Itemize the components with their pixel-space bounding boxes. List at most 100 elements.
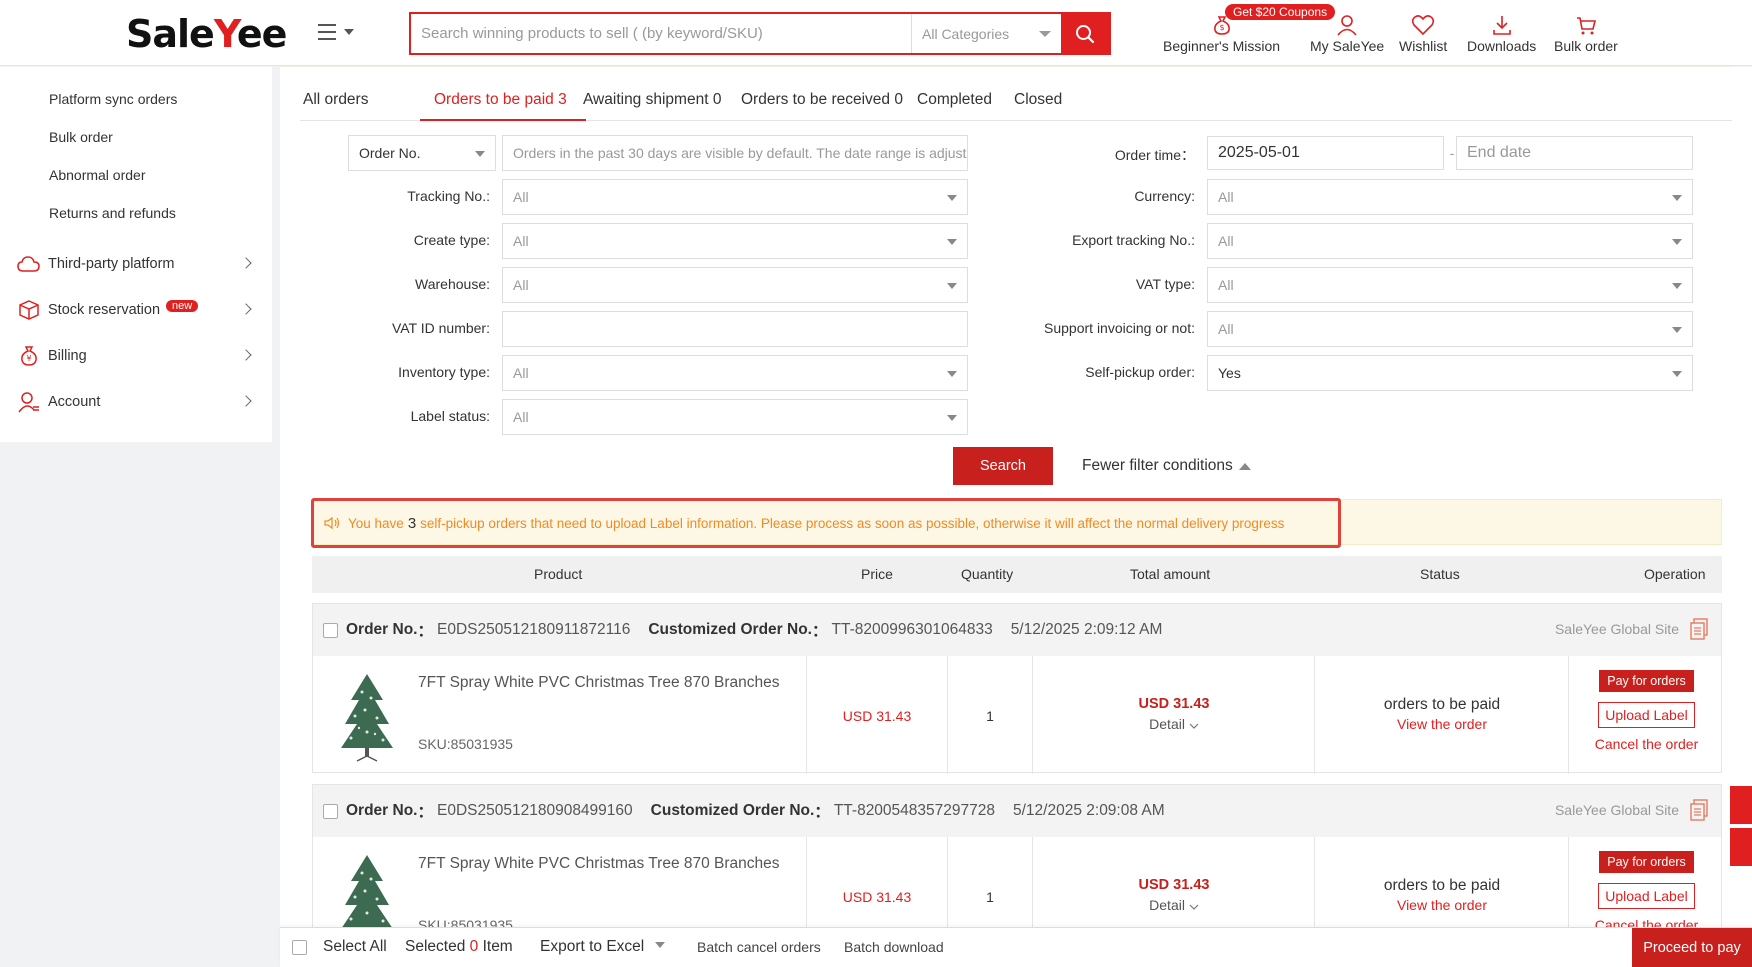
- chevron-down-icon: [1189, 904, 1199, 910]
- site-label: SaleYee Global Site: [1554, 802, 1679, 818]
- main-content: All orders Orders to be paid 3 Awaiting …: [280, 67, 1752, 955]
- select-all-label[interactable]: Select All: [323, 938, 387, 956]
- export-tracking-select[interactable]: All: [1207, 223, 1693, 259]
- tab-all-orders[interactable]: All orders: [303, 91, 368, 109]
- total-amount: USD 31.43: [1138, 877, 1210, 893]
- proceed-to-pay-button[interactable]: Proceed to pay: [1632, 928, 1752, 967]
- support-invoicing-select[interactable]: All: [1207, 311, 1693, 347]
- svg-text:$: $: [1219, 23, 1224, 32]
- selected-count: Selected 0 Item: [405, 938, 513, 955]
- currency-label: Currency:: [1134, 188, 1195, 204]
- bulk-order-link[interactable]: Bulk order: [1554, 8, 1618, 54]
- bottom-action-bar: Select All Selected 0 Item Export to Exc…: [280, 927, 1752, 967]
- document-icon[interactable]: [1689, 799, 1709, 821]
- sidebar-item-third-party-platform[interactable]: Third-party platform: [16, 249, 256, 279]
- quantity: 1: [986, 889, 994, 905]
- batch-download-button[interactable]: Batch download: [844, 939, 944, 955]
- tab-orders-to-be-paid[interactable]: Orders to be paid 3: [434, 91, 567, 109]
- sidebar-item-platform-sync-orders[interactable]: Platform sync orders: [49, 91, 177, 107]
- export-tracking-label: Export tracking No.:: [1072, 232, 1195, 248]
- label-status-select[interactable]: All: [502, 399, 968, 435]
- chevron-down-icon: [1189, 723, 1199, 729]
- heart-icon: [1412, 15, 1435, 36]
- unit-price: USD 31.43: [842, 708, 912, 724]
- upload-label-button[interactable]: Upload Label: [1598, 702, 1695, 728]
- top-header: SaleYee All Categories Get $20 Coupons $…: [0, 0, 1752, 66]
- currency-select[interactable]: All: [1207, 179, 1693, 215]
- sidebar-item-account[interactable]: Account: [16, 387, 256, 417]
- inventory-type-select[interactable]: All: [502, 355, 968, 391]
- view-order-link[interactable]: View the order: [1315, 716, 1569, 732]
- sidebar-item-returns-refunds[interactable]: Returns and refunds: [49, 205, 176, 221]
- detail-toggle[interactable]: Detail: [1033, 716, 1315, 732]
- select-all-checkbox[interactable]: [292, 940, 307, 955]
- tracking-no-label: Tracking No.:: [407, 188, 490, 204]
- start-date-input[interactable]: 2025-05-01: [1207, 136, 1444, 170]
- sidebar-item-billing[interactable]: ¥ Billing: [16, 341, 256, 371]
- detail-toggle[interactable]: Detail: [1033, 897, 1315, 913]
- my-saleyee-link[interactable]: My SaleYee: [1310, 8, 1384, 54]
- wishlist-link[interactable]: Wishlist: [1399, 8, 1447, 54]
- order-row: Order No.： E0DS250512180911872116 Custom…: [312, 603, 1724, 774]
- order-no-input[interactable]: Orders in the past 30 days are visible b…: [502, 135, 968, 171]
- tracking-no-select[interactable]: All: [502, 179, 968, 215]
- order-time-label: Order time：: [1114, 147, 1195, 163]
- downloads-link[interactable]: Downloads: [1467, 8, 1536, 54]
- download-icon: [1492, 16, 1511, 35]
- product-image[interactable]: [337, 672, 397, 762]
- vat-type-label: VAT type:: [1135, 276, 1195, 292]
- label-status-label: Label status:: [410, 408, 490, 424]
- order-number: E0DS250512180908499160: [437, 802, 633, 819]
- product-title[interactable]: 7FT Spray White PVC Christmas Tree 870 B…: [418, 674, 780, 692]
- filter-search-button[interactable]: Search: [953, 447, 1053, 485]
- order-number: E0DS250512180911872116: [437, 621, 631, 638]
- upload-label-button[interactable]: Upload Label: [1598, 883, 1695, 909]
- product-sku: SKU:85031935: [418, 736, 513, 752]
- cloud-icon: [17, 256, 40, 272]
- sidebar-item-stock-reservation[interactable]: Stock reservation new: [16, 295, 256, 325]
- sidebar-item-abnormal-order[interactable]: Abnormal order: [49, 167, 146, 183]
- support-invoicing-label: Support invoicing or not:: [1044, 320, 1195, 336]
- inventory-type-label: Inventory type:: [398, 364, 490, 380]
- self-pickup-label: Self-pickup order:: [1085, 364, 1195, 380]
- pay-for-orders-button[interactable]: Pay for orders: [1599, 670, 1694, 692]
- order-no-type-select[interactable]: Order No.: [348, 135, 496, 171]
- warehouse-label: Warehouse:: [415, 276, 490, 292]
- tab-completed[interactable]: Completed: [917, 91, 992, 109]
- order-header: Order No.： E0DS250512180911872116 Custom…: [313, 604, 1721, 656]
- tab-awaiting-shipment[interactable]: Awaiting shipment 0: [583, 91, 721, 109]
- product-title[interactable]: 7FT Spray White PVC Christmas Tree 870 B…: [418, 855, 780, 873]
- box-icon: [19, 300, 39, 320]
- user-icon: [1337, 15, 1357, 36]
- quantity: 1: [986, 708, 994, 724]
- vat-id-input[interactable]: [502, 311, 968, 347]
- category-select[interactable]: All Categories: [911, 14, 1061, 53]
- float-button[interactable]: [1730, 828, 1752, 866]
- beginners-mission-link[interactable]: $ Beginner's Mission: [1163, 8, 1280, 54]
- create-type-select[interactable]: All: [502, 223, 968, 259]
- saleyee-logo[interactable]: SaleYee: [126, 12, 287, 56]
- view-order-link[interactable]: View the order: [1315, 897, 1569, 913]
- tab-closed[interactable]: Closed: [1014, 91, 1062, 109]
- cancel-order-link[interactable]: Cancel the order: [1569, 736, 1724, 752]
- search-button[interactable]: [1061, 14, 1109, 53]
- category-menu-icon[interactable]: [318, 22, 358, 46]
- vat-type-select[interactable]: All: [1207, 267, 1693, 303]
- search-input[interactable]: [411, 14, 911, 53]
- order-checkbox[interactable]: [323, 803, 338, 819]
- fewer-filters-toggle[interactable]: Fewer filter conditions: [1082, 457, 1251, 475]
- warehouse-select[interactable]: All: [502, 267, 968, 303]
- order-checkbox[interactable]: [323, 622, 338, 638]
- end-date-input[interactable]: End date: [1456, 136, 1693, 170]
- feedback-float-button[interactable]: [1730, 786, 1752, 824]
- sidebar-item-bulk-order[interactable]: Bulk order: [49, 129, 113, 145]
- self-pickup-notice: You have 3 self-pickup orders that need to…: [311, 498, 1341, 548]
- batch-cancel-button[interactable]: Batch cancel orders: [697, 939, 821, 955]
- document-icon[interactable]: [1689, 618, 1709, 640]
- pay-for-orders-button[interactable]: Pay for orders: [1599, 851, 1694, 873]
- self-pickup-select[interactable]: Yes: [1207, 355, 1693, 391]
- tab-orders-to-be-received[interactable]: Orders to be received 0: [741, 91, 903, 109]
- speaker-icon: [324, 516, 340, 530]
- export-excel-dropdown[interactable]: Export to Excel: [540, 938, 665, 956]
- svg-text:¥: ¥: [26, 354, 31, 363]
